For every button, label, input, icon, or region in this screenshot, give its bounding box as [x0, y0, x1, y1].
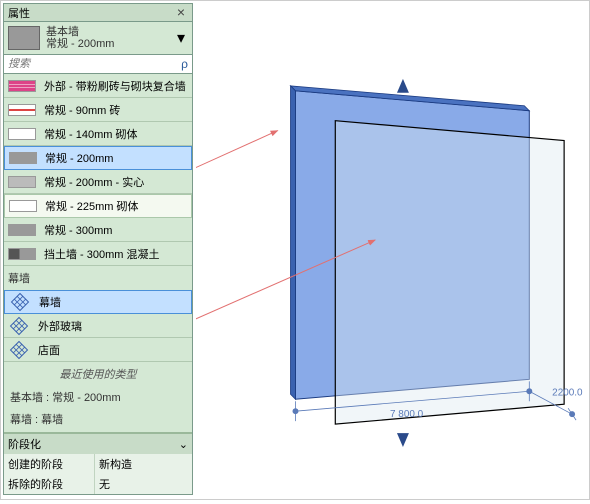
- type-selector[interactable]: 基本墙 常规 - 200mm ▾: [4, 22, 192, 55]
- dimension-value[interactable]: 7 800.0: [390, 409, 424, 420]
- recent-item[interactable]: 幕墙 : 幕墙: [4, 408, 192, 430]
- wall-swatch-icon: [8, 224, 36, 236]
- phase-row: 拆除的阶段无: [4, 474, 192, 494]
- phase-header-label: 阶段化: [8, 436, 41, 452]
- search-row: ρ: [4, 55, 192, 74]
- chevron-down-icon: ⌄: [179, 438, 188, 451]
- list-item[interactable]: 外部玻璃: [4, 314, 192, 338]
- list-item[interactable]: 常规 - 225mm 砌体: [4, 194, 192, 218]
- curtain-wall-icon: [8, 339, 30, 361]
- list-item-label: 常规 - 200mm: [45, 150, 113, 166]
- type-family: 基本墙: [46, 26, 174, 38]
- wall-swatch-icon: [9, 200, 37, 212]
- list-item[interactable]: 挡土墙 - 300mm 混凝土: [4, 242, 192, 266]
- list-item[interactable]: 幕墙: [4, 290, 192, 314]
- phase-value[interactable]: 新构造: [94, 454, 192, 474]
- wall-swatch-icon: [8, 80, 36, 92]
- phase-key: 拆除的阶段: [4, 474, 94, 494]
- curtain-wall-icon: [8, 315, 30, 337]
- type-dropdown-arrow[interactable]: ▾: [174, 31, 188, 45]
- list-item[interactable]: 常规 - 90mm 砖: [4, 98, 192, 122]
- wall-swatch-icon: [8, 176, 36, 188]
- list-item-label: 外部 - 带粉刷砖与砌块复合墙: [44, 78, 186, 94]
- panel-close-button[interactable]: ×: [174, 6, 188, 20]
- list-item-label: 店面: [38, 342, 60, 358]
- list-item[interactable]: 常规 - 140mm 砌体: [4, 122, 192, 146]
- type-selector-swatch: [8, 26, 40, 50]
- curtain-list: 幕墙外部玻璃店面: [4, 290, 192, 362]
- phase-value[interactable]: 无: [94, 474, 192, 494]
- type-list: 外部 - 带粉刷砖与砌块复合墙常规 - 90mm 砖常规 - 140mm 砌体常…: [4, 74, 192, 266]
- wall-swatch-icon: [8, 248, 36, 260]
- chevron-down-icon: ▾: [177, 28, 185, 48]
- search-input[interactable]: [8, 58, 181, 70]
- recent-list: 基本墙 : 常规 - 200mm幕墙 : 幕墙: [4, 386, 192, 430]
- list-item-label: 幕墙: [39, 294, 61, 310]
- wall-solid-side: [291, 86, 296, 399]
- curtain-wall-icon: [9, 291, 31, 313]
- type-selector-text: 基本墙 常规 - 200mm: [46, 26, 174, 50]
- list-item-label: 挡土墙 - 300mm 混凝土: [44, 246, 160, 262]
- panel-header: 属性 ×: [4, 4, 192, 22]
- list-item[interactable]: 店面: [4, 338, 192, 362]
- dimension-value[interactable]: 2200.0: [552, 387, 583, 398]
- search-icon[interactable]: ρ: [181, 57, 188, 71]
- list-item[interactable]: 外部 - 带粉刷砖与砌块复合墙: [4, 74, 192, 98]
- drag-handle-bottom[interactable]: [397, 433, 409, 447]
- phase-row: 创建的阶段新构造: [4, 454, 192, 474]
- phase-rows: 创建的阶段新构造拆除的阶段无: [4, 454, 192, 494]
- list-item[interactable]: 常规 - 200mm - 实心: [4, 170, 192, 194]
- properties-panel: 属性 × 基本墙 常规 - 200mm ▾ ρ 外部 - 带粉刷砖与砌块复合墙常…: [3, 3, 193, 495]
- wall-swatch-icon: [8, 128, 36, 140]
- wall-swatch-icon: [8, 104, 36, 116]
- recent-item[interactable]: 基本墙 : 常规 - 200mm: [4, 386, 192, 408]
- panel-title: 属性: [8, 5, 174, 21]
- list-item-label: 常规 - 300mm: [44, 222, 112, 238]
- wall-curtain[interactable]: [335, 121, 564, 424]
- phase-section: 阶段化 ⌄ 创建的阶段新构造拆除的阶段无: [4, 432, 192, 494]
- type-name: 常规 - 200mm: [46, 38, 174, 50]
- phase-header[interactable]: 阶段化 ⌄: [4, 434, 192, 454]
- list-item-label: 常规 - 225mm 砌体: [45, 198, 139, 214]
- list-item-label: 外部玻璃: [38, 318, 82, 334]
- list-item-label: 常规 - 200mm - 实心: [44, 174, 144, 190]
- drag-handle-top[interactable]: [397, 79, 409, 93]
- annotation-arrow-1: [196, 131, 278, 169]
- list-item-label: 常规 - 90mm 砖: [44, 102, 120, 118]
- list-item-label: 常规 - 140mm 砌体: [44, 126, 138, 142]
- wall-swatch-icon: [9, 152, 37, 164]
- recent-header: 最近使用的类型: [4, 362, 192, 386]
- phase-key: 创建的阶段: [4, 454, 94, 474]
- viewport-3d[interactable]: 7 800.0 2200.0: [196, 1, 589, 499]
- list-item[interactable]: 常规 - 200mm: [4, 146, 192, 170]
- category-header-curtain: 幕墙: [4, 266, 192, 290]
- list-item[interactable]: 常规 - 300mm: [4, 218, 192, 242]
